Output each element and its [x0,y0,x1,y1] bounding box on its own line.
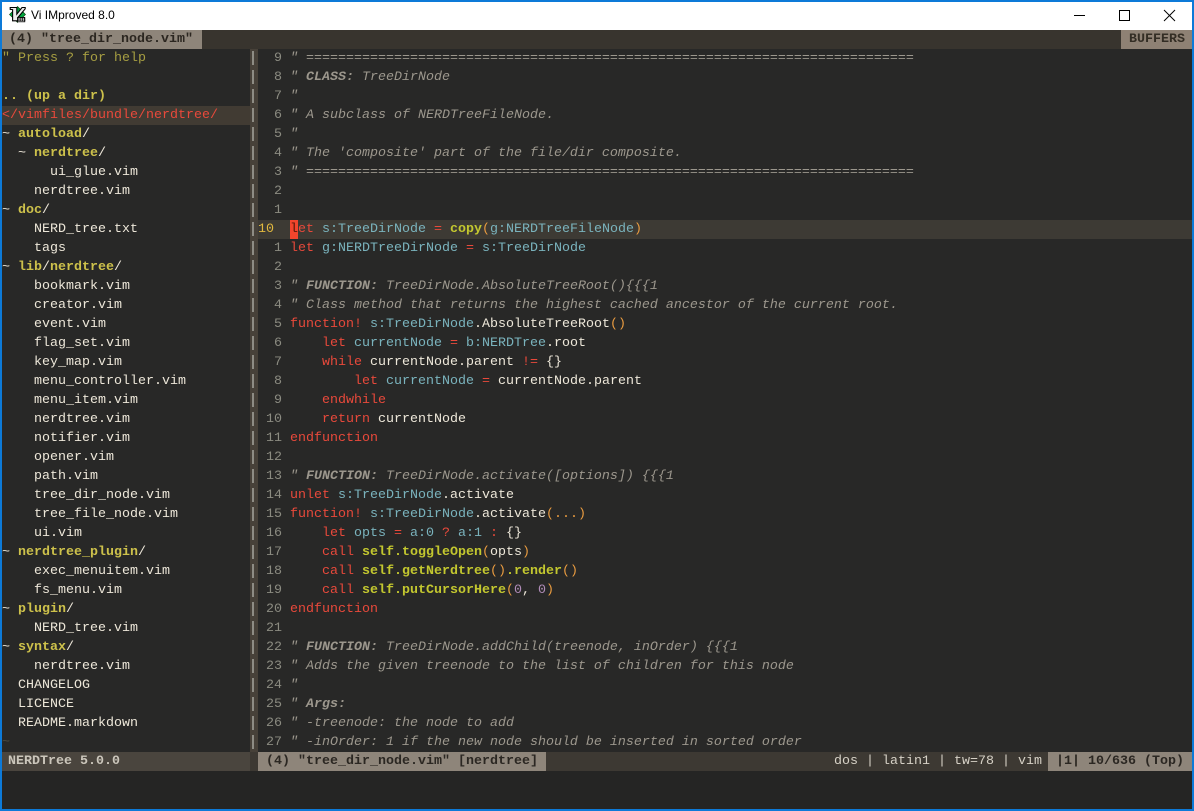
svg-text:im: im [18,16,26,23]
